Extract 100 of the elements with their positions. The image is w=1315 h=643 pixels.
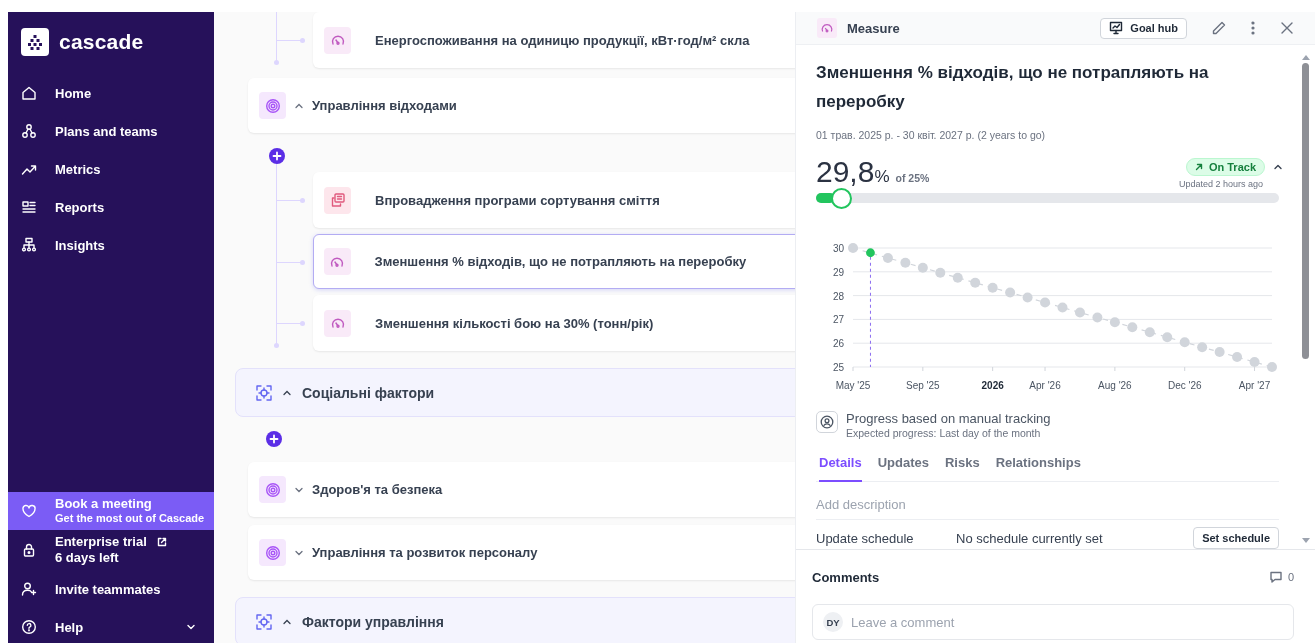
expected-point [917,262,928,273]
tab[interactable]: Risks [944,452,980,482]
logo-text: cascade [59,30,144,54]
expected-point [1057,302,1068,313]
presentation-icon [1109,21,1124,35]
current-value: 29,8 [816,155,875,189]
nav-item[interactable]: Reports [8,188,214,226]
expected-point [1162,332,1173,343]
goal-hub-button[interactable]: Goal hub [1100,17,1187,39]
expected-point [1214,347,1225,357]
expected-point [1127,322,1138,333]
initiative-card[interactable]: Впровадження програми сортування сміття [313,172,795,228]
goal-card[interactable]: Управління та розвиток персоналу [248,525,795,580]
measure-card[interactable]: Зменшення кількості бою на 30% (тонн/рік) [313,295,795,351]
chevron-up-icon[interactable] [1273,162,1283,172]
expected-point [1267,362,1277,372]
scrollbar-thumb[interactable] [1302,63,1309,359]
nav-item[interactable]: Home [8,74,214,112]
caret-icon [186,622,196,632]
measure-card[interactable]: Енергоспоживання на одиницю продукції, кВт·год/м² скла [313,12,795,68]
arrow-icon [1194,163,1203,171]
trial-link[interactable]: Enterprise trial 6 days left [8,530,214,570]
goal-card[interactable]: Управління відходами [248,78,795,133]
progress-thumb [830,188,852,209]
category-header[interactable]: Соціальні фактори [235,368,795,417]
measure-title: Зменшення % відходів, що не потрапляють на переробку [816,62,1210,113]
target-label: of 25% [895,172,930,184]
expected-point [1232,352,1243,362]
expected-point [1109,317,1120,328]
expected-point [1179,337,1190,348]
add-icon[interactable] [266,431,282,447]
category-header[interactable]: Фактори управління [235,597,795,643]
expected-point [900,257,911,268]
help-button[interactable]: Help [8,608,214,643]
nav-item[interactable]: Metrics [8,150,214,188]
add-icon[interactable] [269,148,285,164]
edit-icon[interactable] [1211,20,1227,36]
expected-point [848,243,858,253]
x-tick-label: Dec '26 [1167,380,1202,391]
expected-point [882,253,893,263]
expected-point [952,272,963,283]
x-tick-label: Sep '25 [906,380,940,391]
y-tick-label: 30 [832,243,844,254]
x-tick-label: Apr '27 [1238,380,1271,391]
measure-card[interactable]: Зменшення % відходів, що не потрапляють на переробку [313,234,795,289]
tab[interactable]: Updates [877,452,929,482]
external-link-icon [156,537,167,547]
expected-point [1144,327,1155,338]
expected-point [1092,312,1103,323]
comment-icon [1268,570,1283,584]
target-icon [264,97,281,114]
expected-point [1022,292,1033,303]
person-icon [816,411,838,433]
book-meeting-button[interactable]: Book a meeting Get the most out of Cascade [8,492,214,530]
schedule-label: Update schedule [816,530,915,546]
heart-icon [21,503,37,519]
y-tick-label: 28 [832,290,844,302]
y-tick-label: 29 [832,266,844,278]
unit-label: % [874,167,890,187]
tracking-subtitle: Expected progress: Last day of the month [846,426,1042,441]
expected-point [1005,287,1016,298]
lock-icon [21,542,37,558]
date-range: 01 трав. 2025 р. - 30 квіт. 2027 р. (2 years to go) [816,129,1047,141]
focus-icon [256,384,272,401]
documents-icon [329,192,346,208]
gauge-icon [817,18,837,38]
comment-count: 0 [1287,571,1294,583]
expected-point [970,277,981,288]
nav-item[interactable]: Insights [8,226,214,264]
status-badge[interactable]: On Track [1185,158,1265,176]
nodes-icon [21,123,37,139]
schedule-value: No schedule currently set [956,530,1104,546]
target-icon [264,481,281,498]
x-tick-label: 2026 [981,380,1004,391]
y-tick-label: 25 [832,362,844,373]
close-icon[interactable] [1279,20,1295,36]
x-tick-label: May '25 [835,380,871,391]
goal-card[interactable]: Здоров'я та безпека [248,462,795,517]
comments-title: Comments [812,569,880,585]
help-icon [21,619,37,635]
nav-item[interactable]: Plans and teams [8,112,214,150]
user-plus-icon [21,581,37,597]
expected-point [1074,307,1085,318]
updated-time: Updated 2 hours ago [1178,179,1263,189]
x-tick-label: Aug '26 [1098,380,1132,391]
expected-point [1249,357,1260,367]
y-tick-label: 26 [832,338,844,350]
expected-point [1040,297,1051,308]
scroll-down-icon[interactable] [1301,538,1310,543]
report-icon [21,199,37,215]
invite-button[interactable]: Invite teammates [8,570,214,608]
tab[interactable]: Relationships [995,452,1081,482]
target-icon [264,544,281,561]
home-icon [21,85,37,101]
y-tick-label: 27 [832,314,844,326]
x-tick-label: Apr '26 [1029,380,1061,391]
set-schedule-button[interactable]: Set schedule [1193,527,1279,549]
focus-icon [256,613,272,630]
tracking-title: Progress based on manual tracking [846,411,1051,426]
expected-point [987,282,998,293]
